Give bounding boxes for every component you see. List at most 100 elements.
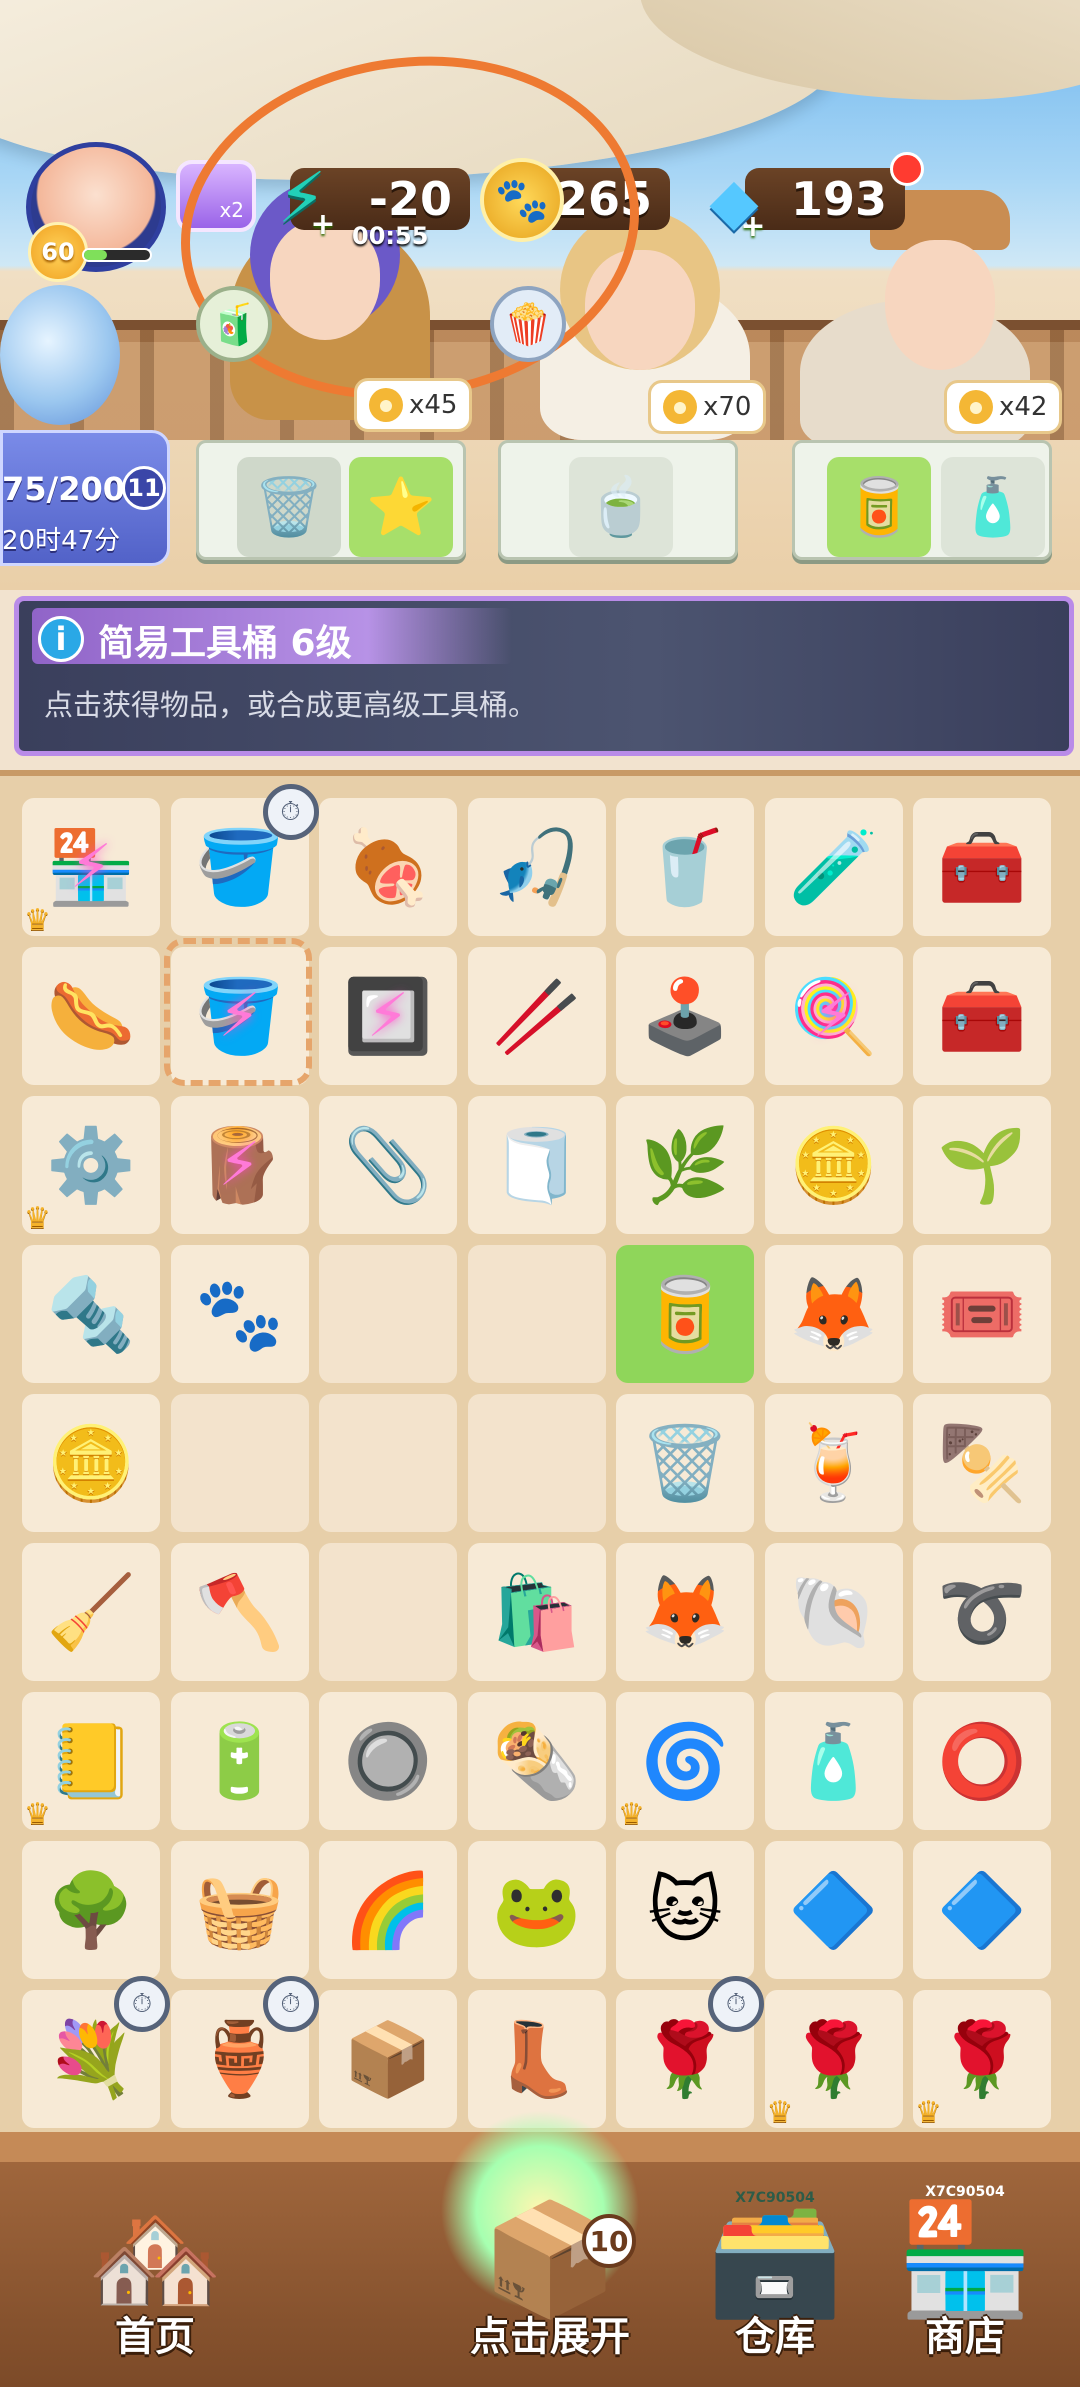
board-cell[interactable]: 📒 ♛	[22, 1692, 160, 1832]
board-cell[interactable]: 🔋	[170, 1692, 309, 1830]
board-cell[interactable]: 🐾	[170, 1245, 309, 1383]
board-cell[interactable]: 🔘	[319, 1692, 457, 1830]
board-cell[interactable]: 👢	[467, 1990, 606, 2128]
board-cell[interactable]: 🏪 ⚡ ♛	[22, 798, 160, 938]
sketchbook-icon: 📒	[46, 1719, 136, 1803]
board-cell[interactable]: 🌈	[319, 1841, 457, 1979]
board-cell[interactable]: 🐚	[764, 1543, 903, 1681]
board-cell[interactable]: 🏺 ⏱	[170, 1976, 319, 2128]
skewers-icon: 🍢	[937, 1421, 1027, 1505]
board-cell[interactable]: 🥤	[616, 798, 754, 936]
board-cell[interactable]: 🔩	[22, 1245, 160, 1383]
board-cell[interactable]: 🍢	[913, 1394, 1051, 1532]
board-cell[interactable]: 🔷	[764, 1841, 903, 1979]
board-cell[interactable]: 🍹	[764, 1394, 903, 1532]
crown-icon: ♛	[915, 2095, 942, 2130]
board-cell[interactable]: 🧰	[913, 947, 1051, 1085]
seaweed-icon: 🌿	[640, 1123, 730, 1207]
seashell-icon: 🐚	[788, 1570, 879, 1654]
board-cell[interactable]: 🦊	[616, 1543, 754, 1681]
board-cell[interactable]: ⚙️ ♛	[22, 1096, 160, 1236]
board-cell[interactable]: 🥢	[467, 947, 606, 1085]
board-cell[interactable]: 🌿	[616, 1096, 754, 1234]
board-cell[interactable]: 🧻	[467, 1096, 606, 1234]
event-progress: 75/200	[2, 470, 126, 508]
board-cell[interactable]: 🌯	[467, 1692, 606, 1830]
board-cell[interactable]: 🪙	[764, 1096, 903, 1234]
board-cell[interactable]: 🥫	[616, 1245, 754, 1383]
board-cell[interactable]: 🍖	[319, 798, 457, 936]
board-cell[interactable]: 🌭	[22, 947, 160, 1085]
stopwatch-icon: ⏱	[262, 784, 319, 840]
board-cell[interactable]: 🌀 ♛	[616, 1692, 754, 1832]
board-cell[interactable]: 🧴	[764, 1692, 903, 1830]
paw-icon	[663, 390, 697, 424]
stopwatch-icon: ⏱	[708, 1976, 764, 2032]
board-cell[interactable]: 📎	[319, 1096, 457, 1234]
wire-basket-icon: 🧺	[194, 1868, 285, 1952]
board-cell[interactable]: 🪣 ⏱	[170, 784, 319, 936]
order-slot: 🥫	[827, 457, 931, 557]
metal-clip-icon: 📎	[343, 1123, 433, 1207]
board-cell[interactable]: 🧹	[22, 1543, 160, 1681]
board-cell[interactable]: 🌱	[913, 1096, 1051, 1234]
board-cell[interactable]: 🌹 ⏱	[616, 1976, 764, 2128]
nav-expand[interactable]: 📦 点击展开	[425, 2148, 675, 2378]
warehouse-box-icon: 🗃️	[706, 2195, 844, 2323]
board-cell[interactable]: 🍭 ⚡	[764, 947, 903, 1085]
board-cell[interactable]: 🦊	[764, 1245, 903, 1383]
nav-shop[interactable]: 🏪 X7C90504 商店	[840, 2148, 1080, 2378]
board-cell[interactable]: 🪓	[170, 1543, 309, 1681]
trash-can-icon: 🗑️	[640, 1421, 730, 1505]
board-cell[interactable]: 🎣	[467, 798, 606, 936]
fox-sticker-icon: 🦊	[788, 1272, 879, 1356]
board-cell[interactable]: 🎟️	[913, 1245, 1051, 1383]
board-cell[interactable]: 🛍️	[467, 1543, 606, 1681]
slinky-icon: 🌈	[343, 1868, 433, 1952]
nav-warehouse-label: 仓库	[735, 2314, 815, 2360]
order-slot: 🍵	[569, 457, 673, 557]
info-icon: i	[38, 616, 84, 662]
nav-expand-label: 点击展开	[470, 2314, 630, 2360]
coin-stack-icon: 🪙	[46, 1421, 136, 1505]
board-cell[interactable]: 🌹 ♛	[764, 1990, 903, 2130]
board-cell[interactable]: 🧰	[913, 798, 1051, 936]
board-cell[interactable]: ⭕	[913, 1692, 1051, 1830]
board-cell-empty[interactable]	[319, 1245, 457, 1383]
order-card-2[interactable]: 🍵	[498, 440, 738, 560]
board-cell-empty[interactable]	[319, 1394, 457, 1532]
lightning-icon: ⚡	[218, 1130, 261, 1200]
green-plant-icon: 🌱	[937, 1123, 1027, 1207]
board-cell-empty[interactable]	[170, 1394, 309, 1532]
board-cell[interactable]: 🗑️	[616, 1394, 754, 1532]
board-cell[interactable]: 🌳	[22, 1841, 160, 1979]
board-cell[interactable]: 🧪	[764, 798, 903, 936]
board-cell[interactable]: 🧺	[170, 1841, 309, 1979]
board-cell[interactable]: 🐸	[467, 1841, 606, 1979]
nav-home[interactable]: 🏘️ 首页	[30, 2148, 280, 2378]
order-slot: 🗑️	[237, 457, 341, 557]
gold-bars-icon: 🪙	[788, 1123, 879, 1207]
board-cell[interactable]: 🕹️	[616, 947, 754, 1085]
event-orb[interactable]	[0, 285, 120, 425]
rope-icon: ➰	[937, 1570, 1027, 1654]
board-cell[interactable]: ➰	[913, 1543, 1051, 1681]
board-cell-empty[interactable]	[467, 1394, 606, 1532]
board-cell[interactable]: 🔷	[913, 1841, 1051, 1979]
board-cell[interactable]: 🌹 ♛	[913, 1990, 1051, 2130]
board-cell[interactable]: 🪙	[22, 1394, 160, 1532]
order-card-3[interactable]: 🥫 🧴	[792, 440, 1052, 560]
customer-reward-3: x42	[944, 380, 1063, 434]
board-cell-empty[interactable]	[467, 1245, 606, 1383]
customer-reward-2: x70	[648, 380, 767, 434]
customer-hat-man-face	[885, 240, 995, 370]
board-cell[interactable]: 🔲 ⚡	[319, 947, 457, 1085]
board-cell[interactable]: 📦	[319, 1990, 457, 2128]
board-cell[interactable]: 🪵 ⚡	[170, 1096, 309, 1234]
board-cell-empty[interactable]	[319, 1543, 457, 1681]
board-cell[interactable]: 💐 ⏱	[22, 1976, 170, 2128]
gem-plus-icon[interactable]: +	[738, 212, 768, 242]
board-cell[interactable]: 🐱	[616, 1841, 754, 1979]
order-card-1[interactable]: 🗑️ ⭐	[196, 440, 466, 560]
event-level-badge: 11	[122, 466, 166, 510]
